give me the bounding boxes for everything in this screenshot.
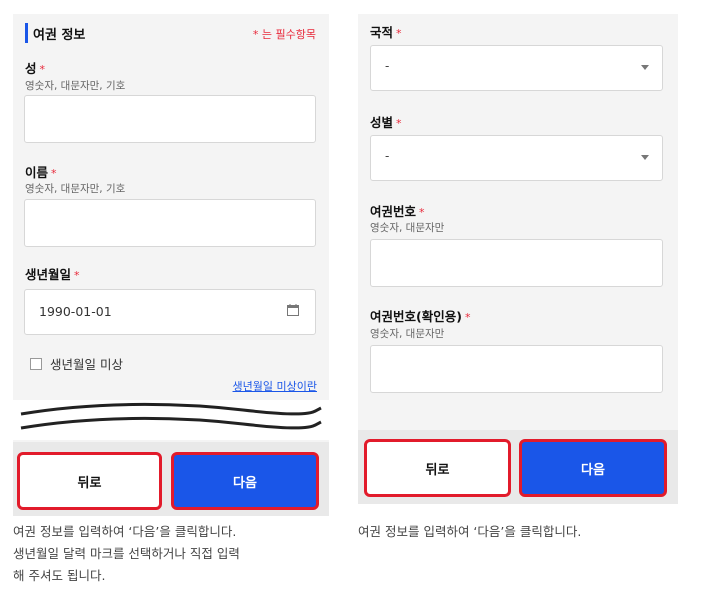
passport-number-label-text: 여권번호	[370, 204, 417, 219]
required-star: *	[39, 63, 46, 76]
chevron-down-icon	[641, 155, 649, 160]
passport-number-input[interactable]	[370, 239, 663, 287]
left-caption: 여권 정보를 입력하여 ‘다음’을 클릭합니다. 생년월일 달력 마크를 선택하…	[13, 521, 333, 587]
birthdate-label: 생년월일 *	[25, 264, 80, 283]
required-star: *	[396, 117, 402, 130]
passport-confirm-hint: 영숫자, 대문자만	[370, 328, 445, 340]
unknown-birthdate-label: 생년월일 미상	[50, 357, 123, 372]
calendar-icon[interactable]	[287, 304, 299, 316]
passport-number-hint: 영숫자, 대문자만	[370, 222, 445, 234]
caption-line: 해 주셔도 됩니다.	[13, 568, 106, 583]
gender-value: -	[385, 149, 390, 163]
required-star: *	[74, 269, 80, 282]
gender-label-text: 성별	[370, 115, 394, 130]
caption-line: 여권 정보를 입력하여 ‘다음’을 클릭합니다.	[13, 524, 237, 539]
passport-info-form-step2: 국적 * - 성별 * - 여권번호 * 영숫자, 대문자만 여권번호(확인용) * 영…	[358, 14, 678, 504]
unknown-birthdate-checkbox[interactable]	[30, 357, 42, 370]
right-caption: 여권 정보를 입력하여 ‘다음’을 클릭합니다.	[358, 524, 582, 539]
next-button[interactable]: 다음	[171, 452, 319, 510]
passport-confirm-label-text: 여권번호(확인용)	[370, 309, 462, 324]
required-note: * 는 필수항목	[252, 28, 316, 41]
gender-select[interactable]: -	[370, 135, 663, 181]
surname-label: 성 *	[25, 58, 45, 77]
required-star: *	[419, 206, 425, 219]
passport-number-label: 여권번호 *	[370, 201, 425, 220]
birthdate-label-text: 생년월일	[25, 267, 72, 282]
nationality-label: 국적 *	[370, 22, 402, 41]
given-name-label-text: 이름	[25, 165, 49, 180]
birthdate-input[interactable]: 1990-01-01	[24, 289, 316, 335]
given-name-label: 이름 *	[25, 162, 57, 181]
passport-info-form-step1: 여권 정보 * 는 필수항목 성 * 영숫자, 대문자만, 기호 이름 * 영숫자,…	[13, 14, 329, 516]
required-star: *	[51, 167, 57, 180]
unknown-birthdate-option[interactable]: 생년월일 미상	[30, 354, 123, 373]
back-button[interactable]: 뒤로	[17, 452, 162, 510]
section-header: 여권 정보	[25, 23, 85, 43]
given-name-hint: 영숫자, 대문자만, 기호	[25, 183, 126, 195]
wavy-break-icon	[20, 402, 322, 430]
button-bar: 뒤로 다음	[13, 442, 329, 516]
surname-input[interactable]	[24, 95, 316, 143]
birthdate-value: 1990-01-01	[39, 304, 112, 319]
button-bar: 뒤로 다음	[358, 430, 678, 504]
nationality-value: -	[385, 59, 390, 73]
surname-hint: 영숫자, 대문자만, 기호	[25, 80, 126, 92]
cutoff-separator	[13, 400, 329, 440]
gender-label: 성별 *	[370, 112, 402, 131]
given-name-input[interactable]	[24, 199, 316, 247]
back-button[interactable]: 뒤로	[364, 439, 511, 497]
nationality-select[interactable]: -	[370, 45, 663, 91]
section-accent-bar	[25, 23, 28, 43]
nationality-label-text: 국적	[370, 25, 394, 40]
surname-label-text: 성	[25, 61, 37, 76]
caption-line: 생년월일 달력 마크를 선택하거나 직접 입력	[13, 546, 240, 561]
chevron-down-icon	[641, 65, 649, 70]
unknown-birthdate-link[interactable]: 생년월일 미상이란	[233, 378, 317, 394]
passport-confirm-label: 여권번호(확인용) *	[370, 306, 470, 325]
next-button[interactable]: 다음	[519, 439, 667, 497]
passport-confirm-input[interactable]	[370, 345, 663, 393]
section-title: 여권 정보	[33, 27, 86, 43]
required-star: *	[396, 27, 402, 40]
required-star: *	[464, 311, 471, 324]
